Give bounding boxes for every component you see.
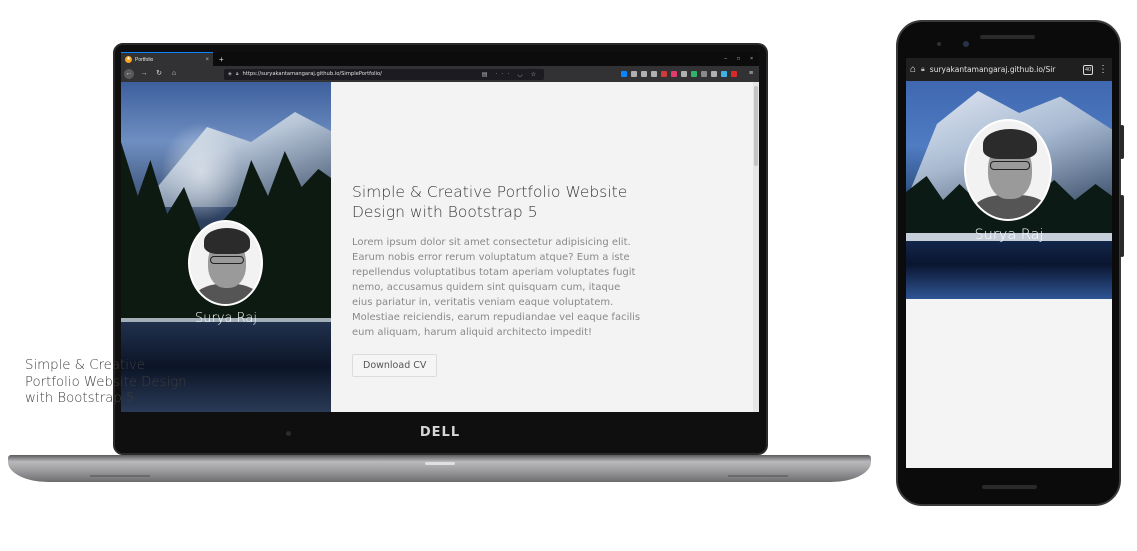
intro-section: Simple & Creative Portfolio Website Desi… — [331, 82, 759, 412]
extension-icon[interactable] — [711, 71, 717, 77]
mobile-browser-bar: ⌂ 🔒︎ suryakantamangaraj.github.io/Sir 40… — [906, 58, 1112, 81]
extension-icon[interactable] — [641, 71, 647, 77]
mobile-lake-image — [906, 241, 1112, 299]
phone-sensor — [937, 42, 941, 46]
laptop-base — [8, 455, 871, 482]
phone-screen: ⌂ 🔒︎ suryakantamangaraj.github.io/Sir 40… — [906, 58, 1112, 468]
phone-front-camera — [963, 41, 969, 47]
extension-icon[interactable] — [691, 71, 697, 77]
extension-icon[interactable] — [671, 71, 677, 77]
reader-view-icon[interactable]: ▤ — [482, 71, 492, 78]
extension-icon[interactable] — [621, 71, 627, 77]
mobile-home-icon[interactable]: ⌂ — [910, 64, 916, 75]
back-icon[interactable]: ← — [124, 69, 134, 79]
mobile-page-title: Simple & Creative Portfolio Website Desi… — [25, 358, 187, 406]
pocket-icon[interactable]: ◡ — [517, 71, 526, 78]
mobile-profile-avatar — [964, 119, 1052, 221]
page-actions-icon[interactable]: ··· — [495, 71, 513, 77]
mobile-url-text[interactable]: suryakantamangaraj.github.io/Sir — [930, 65, 1078, 74]
maximize-button[interactable]: □ — [737, 56, 740, 62]
profile-avatar — [188, 220, 263, 306]
extension-icon[interactable] — [731, 71, 737, 77]
laptop-brand-logo: DELL — [419, 425, 461, 440]
mobile-tab-count-button[interactable]: 40 — [1083, 64, 1093, 75]
page-scrollbar[interactable] — [753, 82, 759, 412]
download-cv-button[interactable]: Download CV — [352, 354, 438, 377]
mobile-profile-name: Surya Raj — [974, 227, 1044, 243]
phone-volume-button — [1120, 195, 1124, 257]
tab-title: Portfolio — [135, 56, 154, 63]
menu-icon[interactable]: ≡ — [746, 69, 756, 79]
reload-icon[interactable]: ↻ — [154, 69, 164, 79]
mobile-menu-icon[interactable]: ⋮ — [1098, 64, 1108, 75]
home-icon[interactable]: ⌂ — [169, 69, 179, 79]
avatar-hair — [204, 228, 250, 254]
laptop-vent-right — [728, 475, 788, 477]
extension-icon[interactable] — [701, 71, 707, 77]
avatar-glasses — [210, 256, 244, 264]
address-bar[interactable]: ◈ 🔒︎ https://suryakantamangaraj.github.i… — [224, 68, 544, 80]
bookmark-star-icon[interactable]: ☆ — [531, 71, 540, 78]
minimize-button[interactable]: – — [724, 56, 727, 62]
extension-icons — [621, 71, 741, 77]
webcam-icon — [286, 431, 291, 436]
forward-icon[interactable]: → — [139, 69, 149, 79]
extension-icon[interactable] — [651, 71, 657, 77]
browser-tab-bar: ★ Portfolio × + – □ × — [121, 52, 759, 66]
window-controls: – □ × — [724, 56, 759, 62]
laptop-vent-left — [90, 475, 150, 477]
browser-toolbar: ← → ↻ ⌂ ◈ 🔒︎ https://suryakantamangaraj.… — [121, 66, 759, 82]
laptop-screen: ★ Portfolio × + – □ × ← → ↻ ⌂ ◈ 🔒︎ https… — [121, 52, 759, 412]
extension-icon[interactable] — [721, 71, 727, 77]
extension-icon[interactable] — [661, 71, 667, 77]
browser-tab[interactable]: ★ Portfolio × — [121, 52, 213, 66]
phone-bottom-speaker — [982, 485, 1037, 489]
extension-icon[interactable] — [681, 71, 687, 77]
tab-close-icon[interactable]: × — [205, 57, 209, 63]
url-text[interactable]: https://suryakantamangaraj.github.io/Sim… — [243, 71, 478, 77]
new-tab-button[interactable]: + — [219, 55, 224, 64]
close-window-button[interactable]: × — [750, 56, 753, 62]
lock-icon[interactable]: 🔒︎ — [236, 71, 239, 77]
shield-icon[interactable]: ◈ — [228, 71, 232, 77]
avatar-hair — [983, 129, 1037, 159]
laptop-hinge-notch — [425, 462, 455, 465]
favicon-icon: ★ — [125, 56, 132, 63]
page-title: Simple & Creative Portfolio Website Desi… — [352, 183, 628, 221]
intro-paragraph: Lorem ipsum dolor sit amet consectetur a… — [352, 237, 641, 338]
phone-top-speaker — [980, 35, 1035, 39]
avatar-glasses — [990, 161, 1030, 170]
portfolio-page: Surya Raj Simple & Creative Portfolio We… — [121, 82, 759, 412]
extension-icon[interactable] — [631, 71, 637, 77]
phone-power-button — [1120, 125, 1124, 159]
profile-name: Surya Raj — [195, 311, 257, 326]
mobile-hero-background: Surya Raj — [906, 81, 1112, 299]
scrollbar-thumb[interactable] — [754, 86, 758, 166]
mobile-lock-icon[interactable]: 🔒︎ — [921, 66, 925, 74]
